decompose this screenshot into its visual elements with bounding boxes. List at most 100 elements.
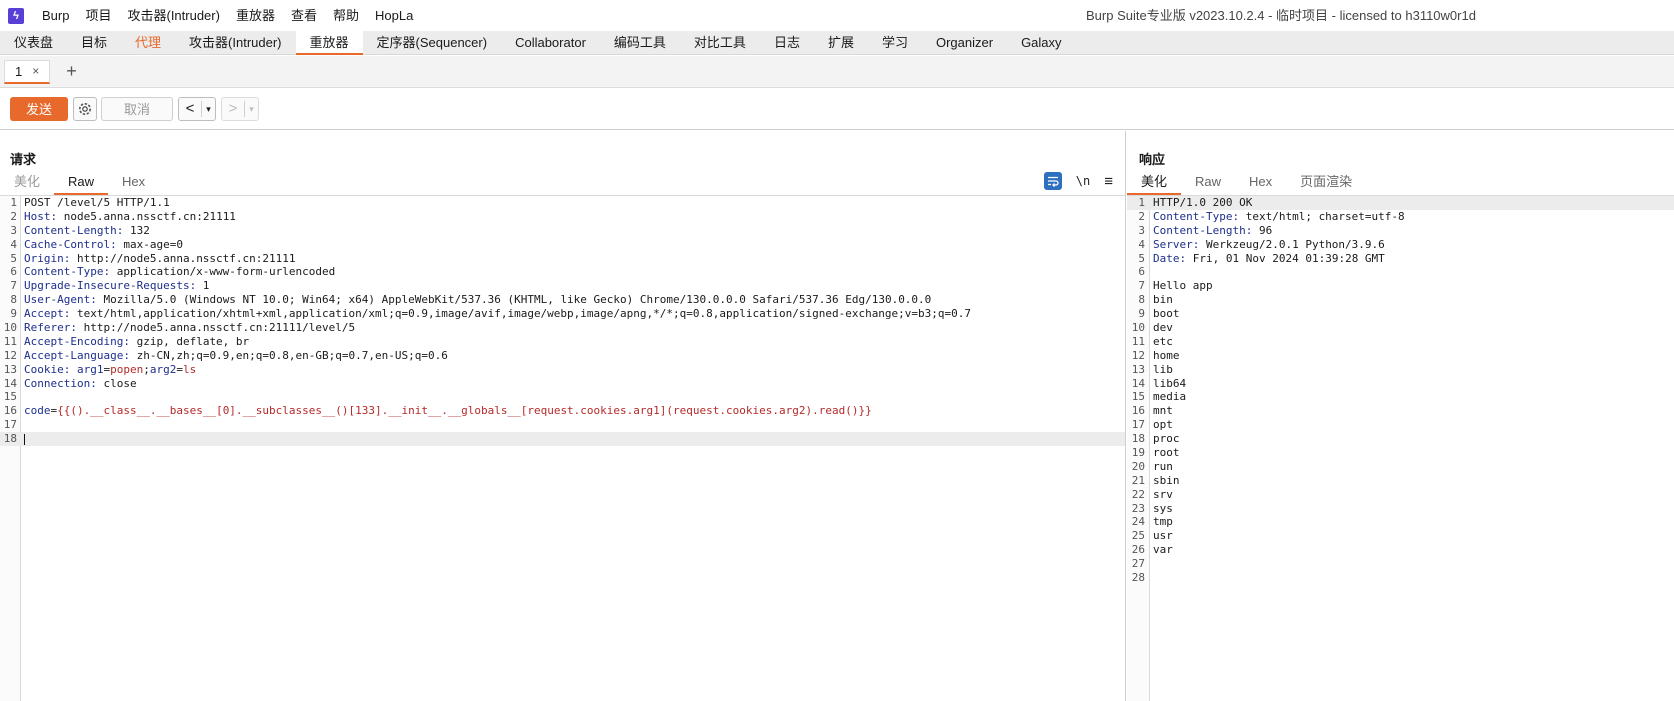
header-value: usr [1153, 529, 1173, 543]
menu-project[interactable]: 项目 [77, 0, 119, 31]
line-number: 4 [10, 237, 17, 251]
request-tab-raw[interactable]: Raw [54, 171, 109, 195]
header-name: Upgrade-Insecure-Requests: [24, 279, 197, 293]
menu-hopla[interactable]: HopLa [367, 0, 421, 31]
line-number: 23 [1131, 501, 1145, 515]
header-value: run [1153, 459, 1173, 473]
menu-repeater[interactable]: 重放器 [228, 0, 283, 31]
header-value: bin [1153, 293, 1173, 307]
response-tab-render[interactable]: 页面渲染 [1286, 171, 1366, 193]
tab-intruder[interactable]: 攻击器(Intruder) [175, 31, 295, 54]
line-number: 8 [10, 293, 17, 307]
tab-comparer[interactable]: 对比工具 [680, 31, 760, 54]
line-text: lib64 [1153, 377, 1186, 391]
request-tab-hex[interactable]: Hex [108, 171, 159, 193]
header-name: Accept: [24, 307, 71, 321]
response-tab-hex[interactable]: Hex [1235, 171, 1286, 193]
forward-arrow-icon[interactable]: > [222, 98, 244, 120]
line-text: Cookie: arg1=popen;arg2=ls [24, 363, 196, 377]
tab-extensions[interactable]: 扩展 [814, 31, 868, 54]
back-nav[interactable]: < ▾ [178, 96, 216, 121]
word-wrap-icon[interactable] [1043, 172, 1062, 190]
header-value: Werkzeug/2.0.1 Python/3.9.6 [1199, 237, 1385, 251]
forward-dropdown-icon[interactable]: ▾ [244, 100, 258, 117]
line-text: proc [1153, 432, 1180, 446]
header-name: Origin: [24, 251, 71, 265]
header-name: Accept-Encoding: [24, 334, 130, 348]
header-value: text/html; charset=utf-8 [1239, 209, 1405, 223]
back-dropdown-icon[interactable]: ▾ [201, 100, 215, 117]
line-text: Server: Werkzeug/2.0.1 Python/3.9.6 [1153, 238, 1385, 252]
menubar: ϟ Burp 项目 攻击器(Intruder) 重放器 查看 帮助 HopLa … [0, 0, 1674, 31]
response-line: 6 [1127, 265, 1674, 279]
cancel-button[interactable]: 取消 [101, 96, 173, 121]
line-text: Content-Length: 96 [1153, 224, 1272, 238]
line-text: Hello app [1153, 279, 1213, 293]
line-text: Accept-Encoding: gzip, deflate, br [24, 335, 249, 349]
tab-learn[interactable]: 学习 [868, 31, 922, 54]
menu-burp[interactable]: Burp [34, 0, 77, 31]
send-button[interactable]: 发送 [10, 96, 68, 121]
response-line: 11 etc [1127, 335, 1674, 349]
line-number: 16 [3, 404, 17, 418]
back-arrow-icon[interactable]: < [179, 98, 201, 120]
line-number: 17 [1131, 418, 1145, 432]
response-line: 22 srv [1127, 488, 1674, 502]
tab-collaborator[interactable]: Collaborator [501, 31, 600, 54]
repeater-tab-1[interactable]: 1 × [4, 59, 51, 84]
forward-nav[interactable]: > ▾ [221, 96, 259, 121]
line-text: sys [1153, 502, 1173, 516]
response-line: 28 [1127, 571, 1674, 585]
line-number: 5 [1138, 251, 1145, 265]
request-line: 7 Upgrade-Insecure-Requests: 1 [0, 279, 1125, 293]
tab-proxy[interactable]: 代理 [121, 31, 175, 54]
line-number: 8 [1138, 293, 1145, 307]
menu-help[interactable]: 帮助 [325, 0, 367, 31]
header-name: Content-Length: [24, 223, 124, 237]
line-number: 14 [1131, 376, 1145, 390]
tab-organizer[interactable]: Organizer [922, 31, 1007, 54]
settings-button[interactable] [73, 96, 97, 121]
line-number: 25 [1131, 529, 1145, 543]
close-icon[interactable]: × [32, 64, 39, 78]
request-line: 12 Accept-Language: zh-CN,zh;q=0.9,en;q=0… [0, 349, 1125, 363]
hamburger-menu-icon[interactable]: ≡ [1104, 173, 1113, 190]
add-tab-icon[interactable]: + [66, 61, 77, 82]
line-text: Accept-Language: zh-CN,zh;q=0.9,en;q=0.8… [24, 349, 448, 363]
response-tab-raw[interactable]: Raw [1181, 171, 1235, 193]
cookie-token: popen [110, 362, 144, 376]
response-line: 3 Content-Length: 96 [1127, 224, 1674, 238]
response-tab-pretty[interactable]: 美化 [1127, 171, 1182, 195]
response-view-tabs: 美化 Raw Hex 页面渲染 [1127, 171, 1366, 195]
cookie-token: arg1 [76, 362, 104, 376]
line-text: lib [1153, 363, 1173, 377]
cookie-token: = [176, 362, 183, 376]
menu-intruder[interactable]: 攻击器(Intruder) [119, 0, 227, 31]
tab-repeater[interactable]: 重放器 [295, 31, 363, 55]
line-text: Cache-Control: max-age=0 [24, 238, 183, 252]
header-name: Date: [1153, 251, 1187, 265]
tab-sequencer[interactable]: 定序器(Sequencer) [363, 31, 502, 54]
tab-logger[interactable]: 日志 [760, 31, 814, 54]
menu-view[interactable]: 查看 [283, 0, 325, 31]
line-number: 21 [1131, 473, 1145, 487]
line-number: 27 [1131, 557, 1145, 571]
tab-dashboard[interactable]: 仪表盘 [0, 31, 67, 54]
line-number: 10 [3, 321, 17, 335]
request-line: 6 Content-Type: application/x-www-form-ur… [0, 265, 1125, 279]
line-number: 9 [1138, 307, 1145, 321]
request-editor[interactable]: 1 POST /level/5 HTTP/1.1 2 Host: node5.anna… [0, 195, 1125, 701]
header-value: text/html,application/xhtml+xml,applicat… [70, 307, 972, 321]
response-line: 24 tmp [1127, 515, 1674, 529]
request-tab-pretty[interactable]: 美化 [0, 171, 54, 193]
response-line: 4 Server: Werkzeug/2.0.1 Python/3.9.6 [1127, 238, 1674, 252]
tab-decoder[interactable]: 编码工具 [600, 31, 680, 54]
tab-galaxy[interactable]: Galaxy [1007, 31, 1075, 54]
request-line: 1 POST /level/5 HTTP/1.1 [0, 196, 1125, 210]
response-editor[interactable]: 1 HTTP/1.0 200 OK 2 Content-Type: text/html… [1127, 195, 1674, 701]
header-value: http://node5.anna.nssctf.cn:21111/level/… [76, 321, 356, 335]
line-text: bin [1153, 293, 1173, 307]
newline-toggle-icon[interactable]: \n [1076, 174, 1090, 188]
line-text: POST /level/5 HTTP/1.1 [24, 196, 170, 210]
tab-target[interactable]: 目标 [67, 31, 121, 54]
